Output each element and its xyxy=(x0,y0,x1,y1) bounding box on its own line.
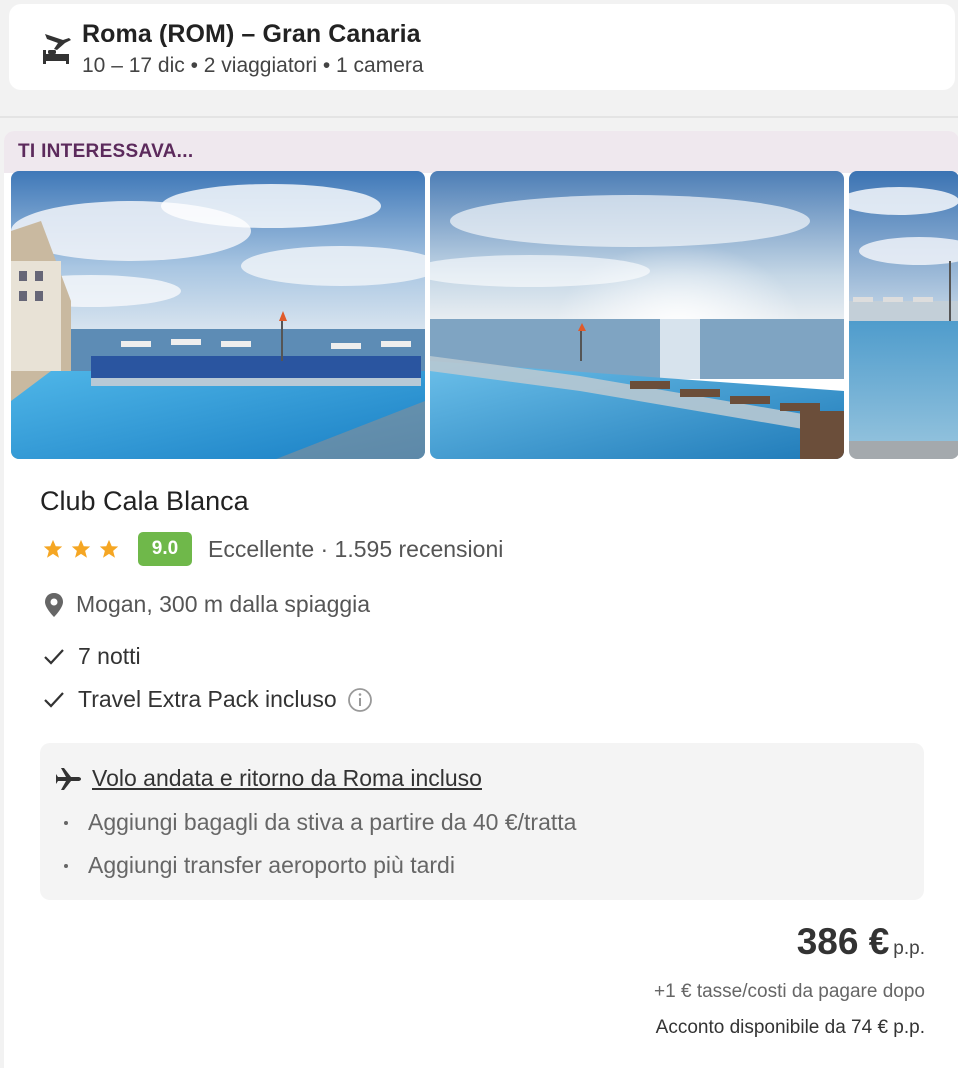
feature-text: 7 notti xyxy=(78,643,141,669)
feature-nights: 7 notti xyxy=(42,643,141,670)
flight-title-row[interactable]: Volo andata e ritorno da Roma incluso xyxy=(56,765,482,792)
star-rating xyxy=(42,538,120,560)
flight-bullet-transfer: Aggiungi transfer aeroporto più tardi xyxy=(64,852,455,879)
rating-reviews[interactable]: Eccellente · 1.595 recensioni xyxy=(208,536,503,563)
bullet-dot xyxy=(64,820,68,825)
bullet-text: Aggiungi bagagli da stiva a partire da 4… xyxy=(88,809,577,835)
airplane-icon xyxy=(56,767,81,790)
info-icon[interactable] xyxy=(347,687,373,713)
bullet-dot xyxy=(64,863,68,868)
hotel-photo-1[interactable] xyxy=(11,171,425,459)
card-header: TI INTERESSAVA... xyxy=(4,131,958,173)
search-route-title: Roma (ROM) – Gran Canaria xyxy=(82,20,421,48)
check-icon xyxy=(44,648,64,665)
price-block: 386 € p.p. xyxy=(797,921,925,963)
hotel-photo-2[interactable] xyxy=(430,171,844,459)
check-icon xyxy=(44,691,64,708)
price-value: 386 € xyxy=(796,921,890,962)
header-divider xyxy=(0,116,958,118)
score-badge: 9.0 xyxy=(138,532,192,566)
feature-extra-pack: Travel Extra Pack incluso xyxy=(42,686,373,713)
search-details: 10 – 17 dic • 2 viaggiatori • 1 camera xyxy=(82,54,424,77)
search-summary[interactable]: Roma (ROM) – Gran Canaria 10 – 17 dic • … xyxy=(9,4,955,90)
card-header-label: TI INTERESSAVA... xyxy=(18,141,194,162)
flight-included-link[interactable]: Volo andata e ritorno da Roma incluso xyxy=(92,765,482,792)
flight-info-box: Volo andata e ritorno da Roma incluso Ag… xyxy=(40,743,924,900)
bullet-text: Aggiungi transfer aeroporto più tardi xyxy=(88,852,455,878)
location-row: Mogan, 300 m dalla spiaggia xyxy=(44,591,370,618)
feature-text: Travel Extra Pack incluso xyxy=(78,686,337,712)
star-icon xyxy=(71,539,91,558)
rating-row: 9.0 Eccellente · 1.595 recensioni xyxy=(42,531,503,567)
price-taxes: +1 € tasse/costi da pagare dopo xyxy=(654,981,925,1002)
hotel-card[interactable]: TI INTERESSAVA... Club Cala Blanca 9.0 E… xyxy=(4,131,958,1068)
hotel-name[interactable]: Club Cala Blanca xyxy=(40,486,249,517)
star-icon xyxy=(99,539,119,558)
star-icon xyxy=(43,539,63,558)
price-unit: p.p. xyxy=(893,938,925,959)
location-text: Mogan, 300 m dalla spiaggia xyxy=(76,591,371,617)
price-deposit: Acconto disponibile da 74 € p.p. xyxy=(655,1017,925,1038)
hotel-photo-3[interactable] xyxy=(849,171,958,459)
photo-gallery[interactable] xyxy=(11,171,958,459)
flight-bullet-baggage: Aggiungi bagagli da stiva a partire da 4… xyxy=(64,809,576,836)
flight-hotel-icon xyxy=(39,28,75,68)
location-pin-icon xyxy=(45,592,63,617)
